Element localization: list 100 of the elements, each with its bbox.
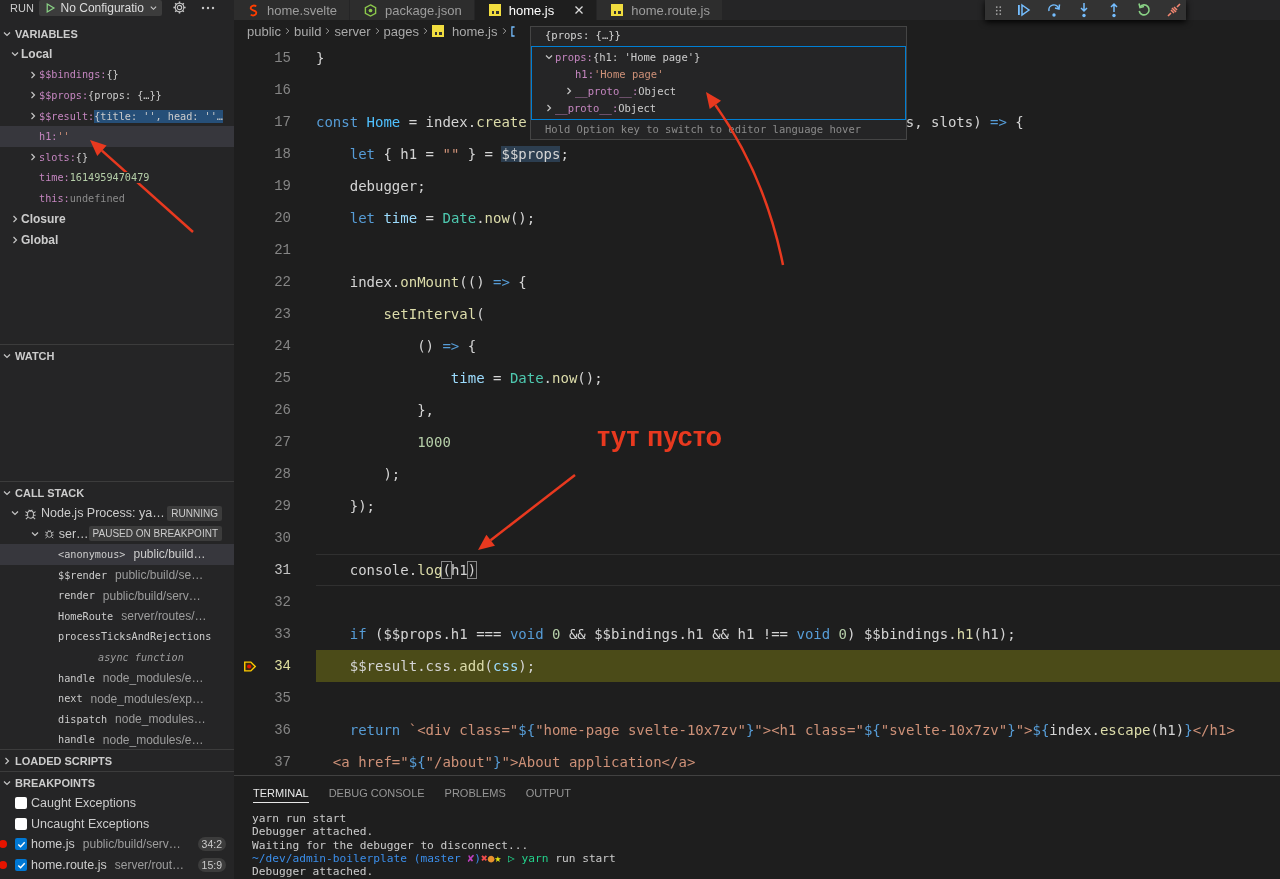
section-header[interactable]: BREAKPOINTS	[0, 772, 234, 793]
status-badge: RUNNING	[167, 505, 222, 521]
line-number: 21	[273, 242, 291, 258]
code-line: });	[348, 498, 375, 514]
code-line: index.onMount(() => {	[348, 274, 527, 290]
breakpoint-item[interactable]: Caught Exceptions	[0, 793, 234, 814]
stack-frame[interactable]: handle node_modules/e…	[0, 729, 234, 749]
variable-row[interactable]: $$bindings:{}	[0, 64, 234, 86]
code-line: return `<div class="${"home-page svelte-10x7zv"}"><h1 class="${"svelte-10x7zv"}">${index.escape(h1)}</h1>	[348, 722, 1235, 738]
configuration-dropdown[interactable]: No Configuratio	[38, 0, 162, 16]
stack-frame[interactable]: $$render public/build/se…	[0, 564, 234, 586]
line-number: 37	[273, 754, 291, 770]
scope-item[interactable]: Local	[0, 44, 234, 65]
variable-row[interactable]: $$result:{title: '', head: ''…	[0, 105, 234, 127]
line-number: 24	[273, 338, 291, 354]
terminal-line: ~/dev/admin-boilerplate (master ✘)✖●★ ▷ yarn run start	[252, 851, 617, 866]
tree-item[interactable]: __proto__:Object	[532, 99, 905, 116]
code-line: const Home = index.create	[316, 114, 527, 130]
code-line: debugger;	[348, 178, 426, 194]
code-line: }	[316, 50, 325, 66]
variable-row[interactable]: this:undefined	[0, 188, 234, 209]
terminal-line: Debugger attached.	[252, 825, 375, 839]
line-number: 20	[273, 210, 291, 226]
line-number: 32	[273, 594, 291, 610]
code-line: setInterval(	[382, 306, 485, 322]
section-header[interactable]: LOADED SCRIPTS	[0, 750, 234, 771]
line-number: 31	[273, 562, 291, 578]
line-number: 19	[273, 178, 291, 194]
editor-tab[interactable]: home.svelte	[234, 0, 351, 20]
line-number: 29	[273, 498, 291, 514]
scope-item[interactable]: Global	[0, 229, 234, 250]
status-badge: PAUSED ON BREAKPOINT	[88, 526, 222, 542]
editor-tab[interactable]: package.json	[350, 0, 475, 20]
line-badge: 34:2	[197, 837, 226, 852]
panel-tab[interactable]: OUTPUT	[525, 783, 571, 803]
code-line: s, slots) => {	[905, 114, 1024, 130]
scope-item[interactable]: Closure	[0, 208, 234, 230]
line-number: 33	[273, 626, 291, 642]
hover-title: {props: {…}}	[544, 28, 622, 43]
thread-item[interactable]: ser… PAUSED ON BREAKPOINT	[0, 523, 234, 545]
variable-row[interactable]: h1:''	[0, 126, 234, 147]
editor-tab[interactable]: home.js	[474, 0, 598, 20]
terminal-line: yarn run start	[252, 812, 348, 826]
line-number: 25	[273, 370, 291, 386]
line-badge: 15:9	[197, 858, 226, 873]
run-label: RUN	[10, 1, 34, 15]
stack-frame[interactable]: <anonymous> public/build…	[0, 544, 234, 565]
stack-frame[interactable]: handle node_modules/e…	[0, 667, 234, 689]
panel-tab[interactable]: DEBUG CONSOLE	[328, 783, 425, 803]
breadcrumb-item[interactable]: build	[293, 23, 322, 39]
section-header[interactable]: VARIABLES	[0, 23, 234, 44]
panel-tab[interactable]: TERMINAL	[253, 783, 309, 803]
line-number: 16	[273, 82, 291, 98]
breadcrumb-item[interactable]: home.js	[432, 23, 498, 39]
line-number: 30	[273, 530, 291, 546]
code-line: let { h1 = "" } = $$props;	[348, 146, 569, 162]
breakpoint-item[interactable]: Uncaught Exceptions	[0, 813, 234, 835]
tree-item[interactable]: props:{h1: 'Home page'}	[532, 48, 905, 65]
line-number: 34	[273, 658, 291, 674]
variable-row[interactable]: $$props:{props: {…}}	[0, 85, 234, 106]
editor-tab[interactable]: home.route.js	[597, 0, 723, 20]
line-number: 36	[273, 722, 291, 738]
panel-tab[interactable]: PROBLEMS	[444, 783, 506, 803]
code-line: },	[416, 402, 434, 418]
code-line: <a href="${"/about"}">About application</a>	[331, 754, 696, 770]
stack-frame[interactable]: render public/build/serv…	[0, 585, 234, 606]
code-line: if ($$props.h1 === void 0 && $$bindings.h1 && h1 !== void 0) $$bindings.h1(h1);	[348, 626, 1016, 642]
code-line: 1000	[416, 434, 451, 450]
line-number: 26	[273, 402, 291, 418]
code-line: );	[382, 466, 401, 482]
breadcrumb-item[interactable]: public	[247, 23, 281, 39]
stack-frame[interactable]: HomeRoute server/routes/…	[0, 605, 234, 627]
section-header[interactable]: WATCH	[0, 345, 234, 366]
line-number: 27	[273, 434, 291, 450]
terminal-line: Waiting for the debugger to disconnect...	[252, 838, 530, 852]
async-separator: async function	[97, 650, 185, 665]
stack-frame[interactable]: next node_modules/exp…	[0, 688, 234, 709]
code-line: time = Date.now();	[449, 370, 603, 386]
code-line: let time = Date.now();	[348, 210, 536, 226]
line-number: 22	[273, 274, 291, 290]
line-number: 18	[273, 146, 291, 162]
stack-frame[interactable]: dispatch node_modules…	[0, 708, 234, 730]
code-line: () => {	[416, 338, 477, 354]
variable-row[interactable]: time:1614959470479	[0, 167, 234, 189]
session-item[interactable]: Node.js Process: ya… RUNNING	[0, 503, 234, 524]
tree-item[interactable]: h1:'Home page'	[532, 65, 905, 82]
section-header[interactable]: CALL STACK	[0, 482, 234, 503]
breakpoint-item[interactable]: home.route.js server/rout… 15:9	[0, 854, 234, 876]
breadcrumb-item[interactable]: pages	[383, 23, 419, 39]
breadcrumb-item[interactable]: server	[334, 23, 371, 39]
terminal-line: Debugger attached.	[252, 865, 375, 879]
line-number: 28	[273, 466, 291, 482]
line-number: 35	[273, 690, 291, 706]
variable-row[interactable]: slots:{}	[0, 146, 234, 168]
stack-frame[interactable]: processTicksAndRejections	[0, 626, 234, 648]
annotation-text: тут пусто	[597, 422, 722, 453]
tree-item[interactable]: __proto__:Object	[532, 82, 905, 99]
line-number: 15	[273, 50, 291, 66]
breakpoint-item[interactable]: home.js public/build/serv… 34:2	[0, 834, 234, 855]
line-number: 23	[273, 306, 291, 322]
